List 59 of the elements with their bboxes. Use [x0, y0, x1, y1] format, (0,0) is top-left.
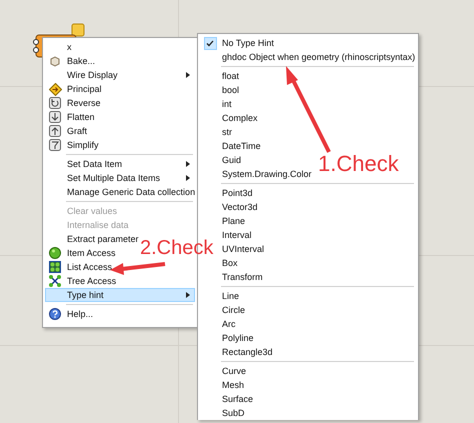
box-icon	[49, 55, 61, 67]
menu-item[interactable]: ghdoc Object when geometry (rhinoscriptsyntax)	[222, 52, 416, 62]
menu-item[interactable]: No Type Hint	[222, 38, 274, 48]
menu-item[interactable]: Extract parameter	[67, 234, 139, 244]
menu-item[interactable]: Polyline	[222, 333, 254, 343]
menu-item[interactable]: Arc	[222, 319, 236, 329]
menu-item[interactable]: str	[222, 127, 232, 137]
menu-item[interactable]: Transform	[222, 272, 263, 282]
down-arrow-icon	[49, 111, 61, 123]
diamond-arrow-icon	[48, 82, 62, 96]
submenu-arrow-icon	[186, 175, 190, 181]
help-icon	[49, 308, 61, 320]
menu-item[interactable]: Point3d	[222, 188, 253, 198]
menu-item[interactable]: System.Drawing.Color	[222, 169, 312, 179]
menu-item[interactable]: Reverse	[67, 98, 101, 108]
up-arrow-icon	[49, 125, 61, 137]
menu-item[interactable]: Interval	[222, 230, 252, 240]
menu-item[interactable]: Flatten	[67, 112, 95, 122]
menu-item[interactable]: Box	[222, 258, 238, 268]
menu-item[interactable]: float	[222, 71, 240, 81]
sphere-icon	[49, 247, 61, 259]
menu-item[interactable]: int	[222, 99, 232, 109]
menu-item[interactable]: Tree Access	[67, 276, 116, 286]
arrow	[110, 261, 166, 275]
menu-item[interactable]: Type hint	[67, 290, 104, 300]
annotation-label: 2.Check	[140, 237, 214, 260]
submenu-arrow-icon	[186, 161, 190, 167]
menu-item[interactable]: Wire Display	[67, 70, 118, 80]
menu-item[interactable]: Graft	[67, 126, 88, 136]
menu-item[interactable]: SubD	[222, 408, 245, 418]
menu-item[interactable]: bool	[222, 85, 240, 95]
dot-grid-icon	[49, 261, 61, 273]
menu-item[interactable]: Surface	[222, 394, 254, 404]
submenu-arrow-icon	[186, 72, 190, 78]
menu-item[interactable]: Rectangle3d	[222, 347, 273, 357]
node-cross-icon	[49, 275, 61, 287]
menu-item[interactable]: Curve	[222, 366, 246, 376]
menu-item[interactable]: UVInterval	[222, 244, 264, 254]
menu-item[interactable]: Simplify	[67, 140, 99, 150]
menu-item[interactable]: Plane	[222, 216, 246, 226]
menu-item[interactable]: Bake...	[67, 56, 96, 66]
menu-item[interactable]: Vector3d	[222, 202, 258, 212]
menu-item[interactable]: Set Data Item	[67, 159, 122, 169]
menu-item[interactable]: DateTime	[222, 141, 261, 151]
menu-item[interactable]: Guid	[222, 155, 242, 165]
menu-item[interactable]: Circle	[222, 305, 246, 315]
menu-item[interactable]: Complex	[222, 113, 258, 123]
reverse-icon	[49, 97, 61, 109]
menu-item[interactable]: Principal	[67, 84, 102, 94]
menu-item[interactable]: Help...	[67, 309, 94, 319]
menu-item[interactable]: Line	[222, 291, 240, 301]
submenu-arrow-icon	[186, 292, 190, 298]
menu-item[interactable]: Mesh	[222, 380, 244, 390]
menu-item[interactable]: Set Multiple Data Items	[67, 173, 160, 183]
menu-item[interactable]: x	[67, 42, 72, 52]
menu-item[interactable]: Item Access	[67, 248, 116, 258]
annotation-label: 1.Check	[318, 151, 399, 177]
menu-item[interactable]: List Access	[67, 262, 112, 272]
menu-item[interactable]: Manage Generic Data collection	[67, 187, 196, 197]
